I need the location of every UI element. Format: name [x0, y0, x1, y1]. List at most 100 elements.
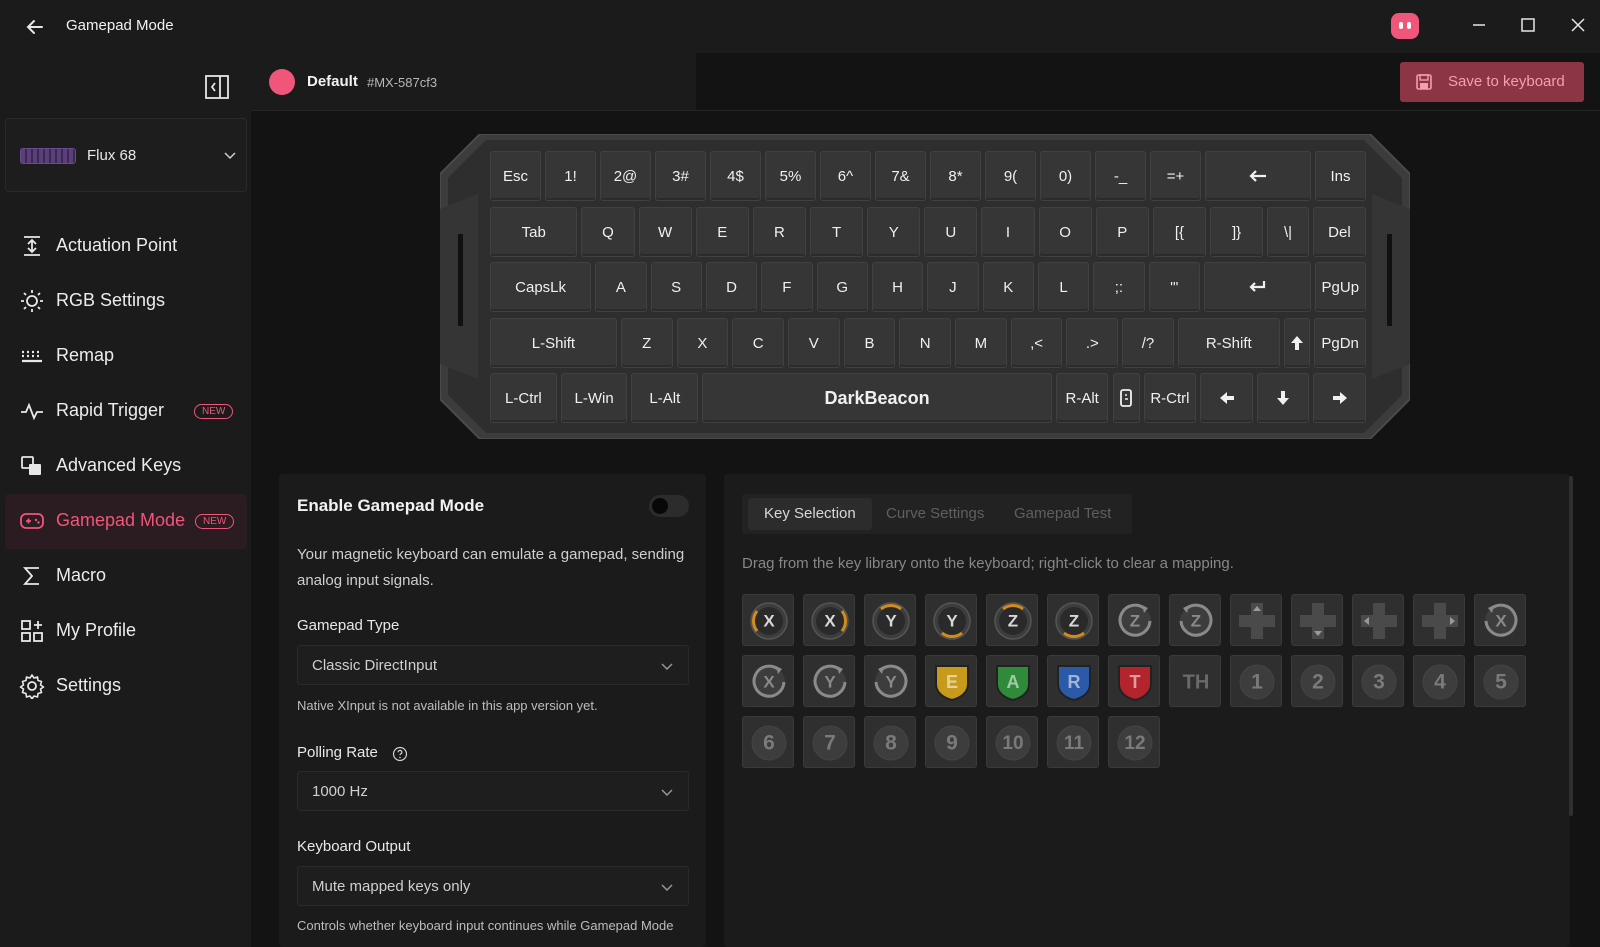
key-[interactable]: ,<: [1010, 318, 1063, 368]
key-w[interactable]: W: [638, 207, 692, 257]
minimize-icon[interactable]: [1464, 10, 1494, 40]
library-key-y-stick-u[interactable]: Y: [864, 594, 916, 646]
key-y[interactable]: Y: [867, 207, 921, 257]
key-g[interactable]: G: [816, 262, 868, 312]
library-key-12-circle[interactable]: 12: [1108, 716, 1160, 768]
key-down[interactable]: [1256, 373, 1310, 423]
key-1[interactable]: 1!: [545, 151, 596, 201]
key-lctrl[interactable]: L-Ctrl: [490, 373, 557, 423]
key-esc[interactable]: Esc: [490, 151, 541, 201]
key-3[interactable]: 3#: [655, 151, 706, 201]
key-v[interactable]: V: [787, 318, 840, 368]
key-n[interactable]: N: [899, 318, 952, 368]
key-f[interactable]: F: [761, 262, 813, 312]
library-key-x-stick-r[interactable]: X: [803, 594, 855, 646]
key-pgdn[interactable]: PgDn: [1314, 318, 1366, 368]
key-8[interactable]: 8*: [930, 151, 981, 201]
maximize-icon[interactable]: [1513, 10, 1543, 40]
key-x[interactable]: X: [676, 318, 729, 368]
key-[interactable]: -_: [1095, 151, 1146, 201]
library-key-t-shield[interactable]: T: [1108, 655, 1160, 707]
library-key-dpad-right-dpad-right[interactable]: [1413, 594, 1465, 646]
library-key-9-circle[interactable]: 9: [925, 716, 977, 768]
sidebar-item-settings[interactable]: Settings: [5, 659, 247, 714]
device-selector[interactable]: Flux 68: [5, 118, 247, 192]
library-key-11-circle[interactable]: 11: [1047, 716, 1099, 768]
library-key-r-shield[interactable]: R: [1047, 655, 1099, 707]
key-b[interactable]: B: [843, 318, 896, 368]
key-tab[interactable]: Tab: [490, 207, 578, 257]
key-6[interactable]: 6^: [820, 151, 871, 201]
sidebar-item-my-profile[interactable]: My Profile: [5, 604, 247, 659]
key-c[interactable]: C: [732, 318, 784, 368]
library-key-x-stick-l[interactable]: X: [742, 594, 794, 646]
key-up[interactable]: [1283, 318, 1311, 368]
key-l[interactable]: L: [1037, 262, 1090, 312]
library-key-4-circle[interactable]: 4: [1413, 655, 1465, 707]
key-darkbeacon[interactable]: DarkBeacon: [702, 373, 1052, 423]
key-left[interactable]: [1200, 373, 1253, 423]
library-key-e-shield[interactable]: E: [925, 655, 977, 707]
tab-gamepad-test[interactable]: Gamepad Test: [998, 498, 1127, 530]
key-lshift[interactable]: L-Shift: [490, 318, 617, 368]
key-rctrl[interactable]: R-Ctrl: [1143, 373, 1197, 423]
key-[interactable]: ;:: [1093, 262, 1145, 312]
key-enter[interactable]: [1203, 262, 1311, 312]
key-[interactable]: [{: [1152, 207, 1206, 257]
library-key-z-stick-u[interactable]: Z: [986, 594, 1038, 646]
key-7[interactable]: 7&: [875, 151, 926, 201]
key-i[interactable]: I: [981, 207, 1035, 257]
key-ralt[interactable]: R-Alt: [1055, 373, 1109, 423]
key-a[interactable]: A: [595, 262, 647, 312]
key-p[interactable]: P: [1095, 207, 1149, 257]
library-key-8-circle[interactable]: 8: [864, 716, 916, 768]
library-key-a-shield[interactable]: A: [986, 655, 1038, 707]
tab-curve-settings[interactable]: Curve Settings: [870, 498, 1000, 530]
library-key-x-rot-r[interactable]: X: [742, 655, 794, 707]
back-arrow-icon[interactable]: [22, 14, 48, 40]
library-key-y-rot-l[interactable]: Y: [864, 655, 916, 707]
sidebar-item-remap[interactable]: Remap: [5, 329, 247, 384]
key-t[interactable]: T: [810, 207, 864, 257]
key-m[interactable]: M: [955, 318, 1007, 368]
key-4[interactable]: 4$: [710, 151, 761, 201]
library-key-dpad-up-dpad-up[interactable]: [1230, 594, 1282, 646]
key-r[interactable]: R: [752, 207, 806, 257]
sidebar-item-gamepad-mode[interactable]: Gamepad Mode NEW: [5, 494, 247, 549]
sidebar-item-rapid-trigger[interactable]: Rapid Trigger NEW: [5, 384, 247, 439]
key-h[interactable]: H: [871, 262, 924, 312]
key-k[interactable]: K: [982, 262, 1034, 312]
key-[interactable]: /?: [1122, 318, 1174, 368]
key-right[interactable]: [1313, 373, 1366, 423]
polling-rate-select[interactable]: 1000 Hz: [297, 771, 689, 811]
sidebar-item-actuation-point[interactable]: Actuation Point: [5, 219, 247, 274]
key-[interactable]: ]}: [1210, 207, 1264, 257]
scrollbar[interactable]: [1569, 476, 1573, 816]
key-o[interactable]: O: [1038, 207, 1092, 257]
library-key-z-stick-d[interactable]: Z: [1047, 594, 1099, 646]
key-e[interactable]: E: [695, 207, 749, 257]
library-key-y-rot-r[interactable]: Y: [803, 655, 855, 707]
key-[interactable]: =+: [1150, 151, 1201, 201]
key-capslk[interactable]: CapsLk: [490, 262, 592, 312]
gamepad-mode-toggle[interactable]: [649, 495, 689, 517]
profile-name[interactable]: Default: [307, 73, 358, 90]
library-key-6-circle[interactable]: 6: [742, 716, 794, 768]
sidebar-item-macro[interactable]: Macro: [5, 549, 247, 604]
key-lalt[interactable]: L-Alt: [631, 373, 699, 423]
key-j[interactable]: J: [927, 262, 979, 312]
key-5[interactable]: 5%: [765, 151, 816, 201]
mascot-icon[interactable]: [1391, 13, 1419, 39]
key-pgup[interactable]: PgUp: [1314, 262, 1366, 312]
key-0[interactable]: 0): [1040, 151, 1091, 201]
help-icon[interactable]: [392, 746, 408, 762]
library-key-dpad-down-dpad-down[interactable]: [1291, 594, 1343, 646]
library-key-z-rot-r[interactable]: Z: [1108, 594, 1160, 646]
key-del[interactable]: Del: [1312, 207, 1366, 257]
key-u[interactable]: U: [924, 207, 978, 257]
key-backspace[interactable]: [1205, 151, 1311, 201]
key-s[interactable]: S: [650, 262, 702, 312]
key-9[interactable]: 9(: [985, 151, 1036, 201]
library-key-y-stick-d[interactable]: Y: [925, 594, 977, 646]
key-fn[interactable]: [1112, 373, 1140, 423]
